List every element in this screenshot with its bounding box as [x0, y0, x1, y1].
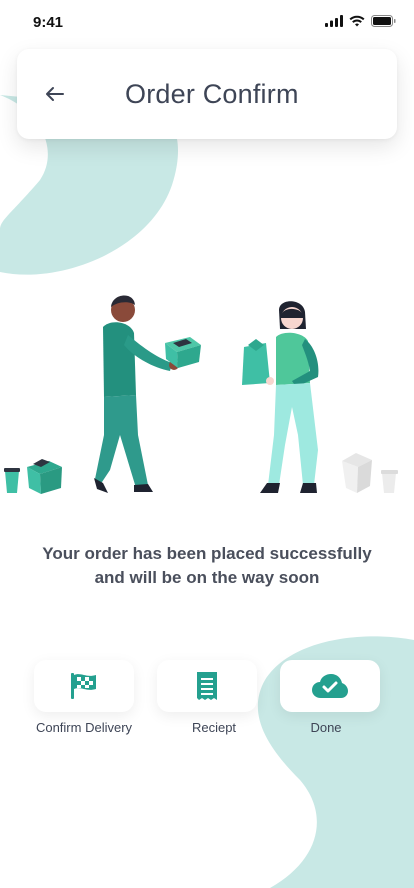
success-message-line2: and will be on the way soon [94, 568, 320, 587]
food-box-left [4, 459, 62, 494]
done-button[interactable] [280, 660, 380, 712]
success-message-line1: Your order has been placed successfully [42, 544, 372, 563]
food-box-right [342, 453, 398, 493]
cloud-check-icon [312, 674, 348, 698]
back-arrow-icon [46, 87, 64, 101]
checkered-flag-icon [71, 673, 96, 699]
header-card: Order Confirm [17, 49, 397, 139]
confirm-delivery-button[interactable] [34, 660, 134, 712]
wifi-icon [349, 15, 365, 27]
status-time: 9:41 [33, 14, 64, 31]
battery-icon [371, 15, 396, 27]
receipt-button[interactable] [157, 660, 257, 712]
delivery-man [94, 295, 201, 493]
status-icons [325, 15, 396, 27]
signal-icon [325, 15, 343, 27]
back-button[interactable] [35, 74, 75, 114]
done-label: Done [310, 720, 342, 735]
confirm-delivery-label: Confirm Delivery [35, 720, 133, 735]
receipt-icon [197, 672, 217, 700]
delivery-illustration [4, 295, 398, 494]
success-message: Your order has been placed successfully … [20, 542, 394, 590]
page-title: Order Confirm [125, 78, 299, 109]
customer-woman [242, 301, 319, 493]
